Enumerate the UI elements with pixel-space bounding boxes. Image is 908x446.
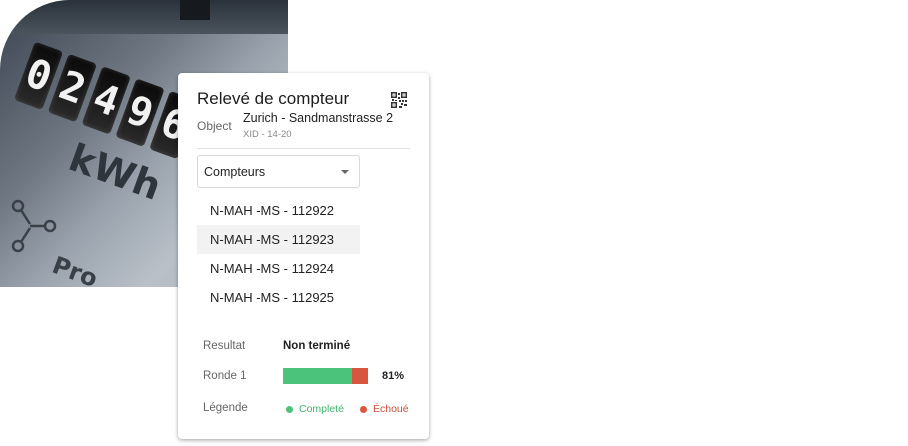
legend-complete-label: Completé: [299, 403, 344, 415]
divider: [197, 148, 410, 149]
legend-failed-label: Échoué: [373, 403, 409, 415]
legend-dot-complete-icon: [286, 405, 293, 413]
meter-tab: [180, 0, 210, 20]
progress-failed-segment: [352, 368, 368, 384]
round-progress-percent: 81%: [382, 370, 405, 382]
legend-dot-failed-icon: [360, 405, 367, 413]
legend-complete: Completé: [286, 403, 344, 415]
meter-reading-card: Relevé de compteur Object Zurich - Sandm…: [178, 73, 429, 439]
qr-code-icon[interactable]: [391, 92, 407, 108]
card-title: Relevé de compteur: [197, 89, 350, 108]
round-progress-bar: [283, 368, 368, 384]
meters-dropdown-menu: N-MAH -MS - 112922 N-MAH -MS - 112923 N-…: [197, 196, 360, 312]
meter-option[interactable]: N-MAH -MS - 112925: [197, 283, 360, 312]
meters-dropdown-label: Compteurs: [204, 165, 266, 179]
meter-option[interactable]: N-MAH -MS - 112922: [197, 196, 360, 225]
meter-option[interactable]: N-MAH -MS - 112923: [197, 225, 360, 254]
meter-text: Pro: [48, 250, 102, 287]
result-value: Non terminé: [283, 340, 351, 352]
legend-failed: Échoué: [360, 403, 409, 415]
object-name: Zurich - Sandmanstrasse 2: [243, 111, 394, 125]
object-label: Object: [197, 119, 232, 133]
legend-label: Légende: [203, 402, 248, 414]
caret-down-icon: [341, 170, 349, 174]
meters-dropdown[interactable]: Compteurs: [197, 155, 360, 188]
meter-top-bezel: [0, 0, 288, 34]
result-label: Resultat: [203, 340, 246, 352]
progress-complete-segment: [283, 368, 352, 384]
round-label: Ronde 1: [203, 370, 247, 382]
object-id: XID - 14-20: [243, 129, 292, 140]
meter-symbol-icon: [11, 199, 57, 253]
meter-option[interactable]: N-MAH -MS - 112924: [197, 254, 360, 283]
